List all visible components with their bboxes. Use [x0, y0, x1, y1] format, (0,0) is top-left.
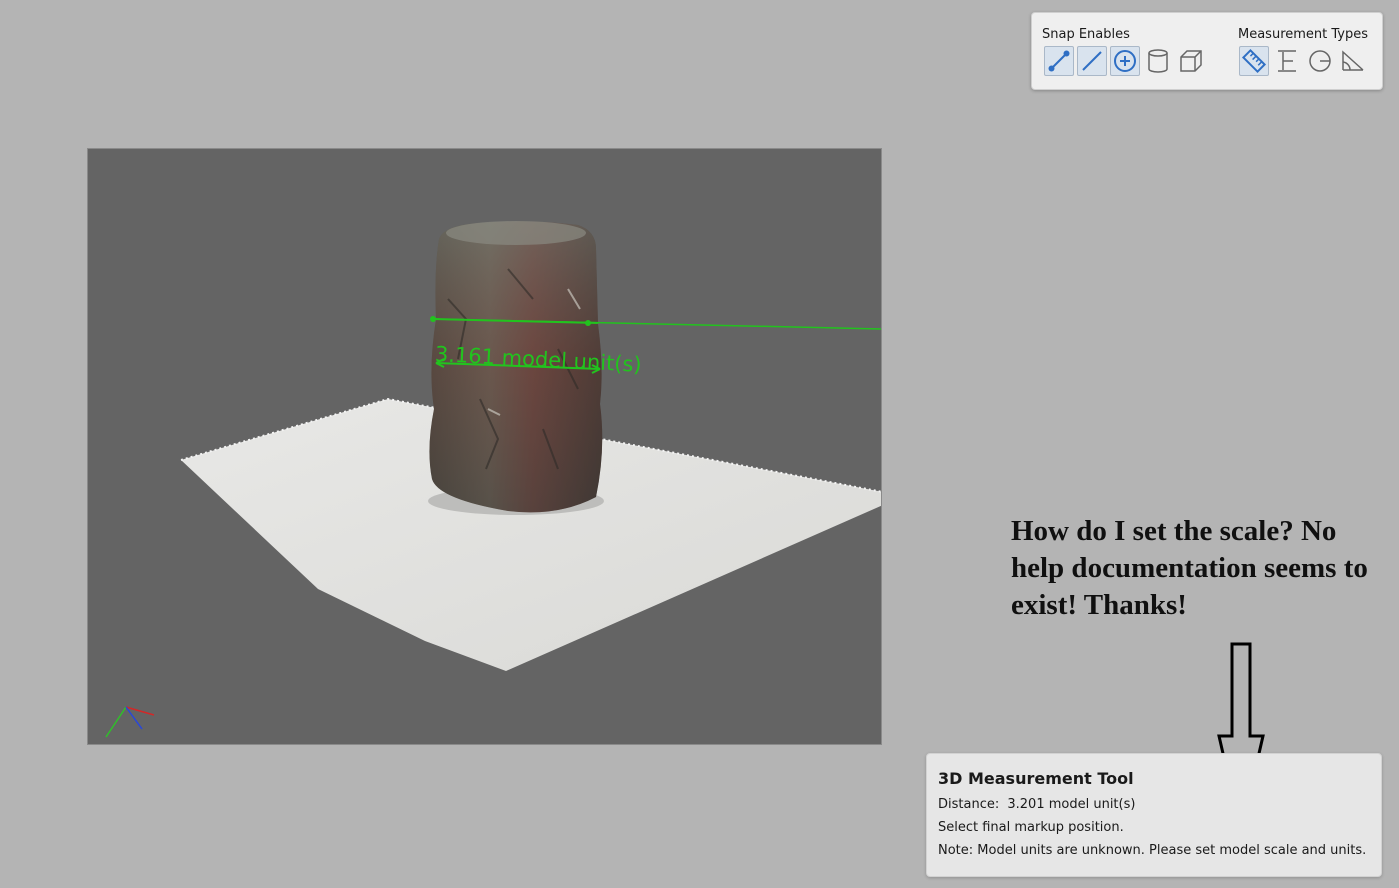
panel-title: 3D Measurement Tool — [938, 769, 1134, 788]
radius-icon — [1309, 50, 1331, 72]
distance-value: 3.201 model unit(s) — [1007, 797, 1136, 812]
axis-triad — [105, 706, 155, 738]
units-note: Note: Model units are unknown. Please se… — [938, 843, 1367, 858]
angle-icon — [1342, 50, 1364, 71]
snap-box-button[interactable] — [1176, 46, 1206, 76]
snap-box-icon — [1180, 50, 1202, 72]
question-annotation: How do I set the scale? No help document… — [1011, 515, 1368, 621]
angle-measure-button[interactable] — [1338, 46, 1368, 76]
snap-enables-label: Snap Enables — [1042, 27, 1130, 42]
measurement-types-label: Measurement Types — [1238, 27, 1369, 42]
snap-vertex-icon — [1048, 50, 1070, 72]
measurement-toolbar: Snap Enables Measurement Types — [1031, 12, 1383, 90]
3d-viewport[interactable]: 3.161 model unit(s) — [87, 148, 882, 745]
instruction-text: Select final markup position. — [938, 820, 1124, 835]
snap-edge-button[interactable] — [1077, 46, 1107, 76]
distance-measure-button[interactable] — [1239, 46, 1269, 76]
radius-measure-button[interactable] — [1305, 46, 1335, 76]
snap-center-icon — [1114, 50, 1136, 72]
measurement-info-panel: 3D Measurement Tool Distance: 3.201 mode… — [926, 753, 1382, 877]
distance-readout: Distance: 3.201 model unit(s) — [938, 797, 1135, 812]
ruler-distance-icon — [1241, 48, 1267, 74]
height-icon — [1278, 50, 1296, 72]
snap-center-button[interactable] — [1110, 46, 1140, 76]
snap-cylinder-button[interactable] — [1143, 46, 1173, 76]
height-measure-button[interactable] — [1272, 46, 1302, 76]
snap-cylinder-icon — [1148, 49, 1168, 73]
scene-canvas — [105, 221, 881, 738]
snap-vertex-button[interactable] — [1044, 46, 1074, 76]
distance-label: Distance: — [938, 797, 1000, 812]
snap-edge-icon — [1082, 51, 1102, 71]
